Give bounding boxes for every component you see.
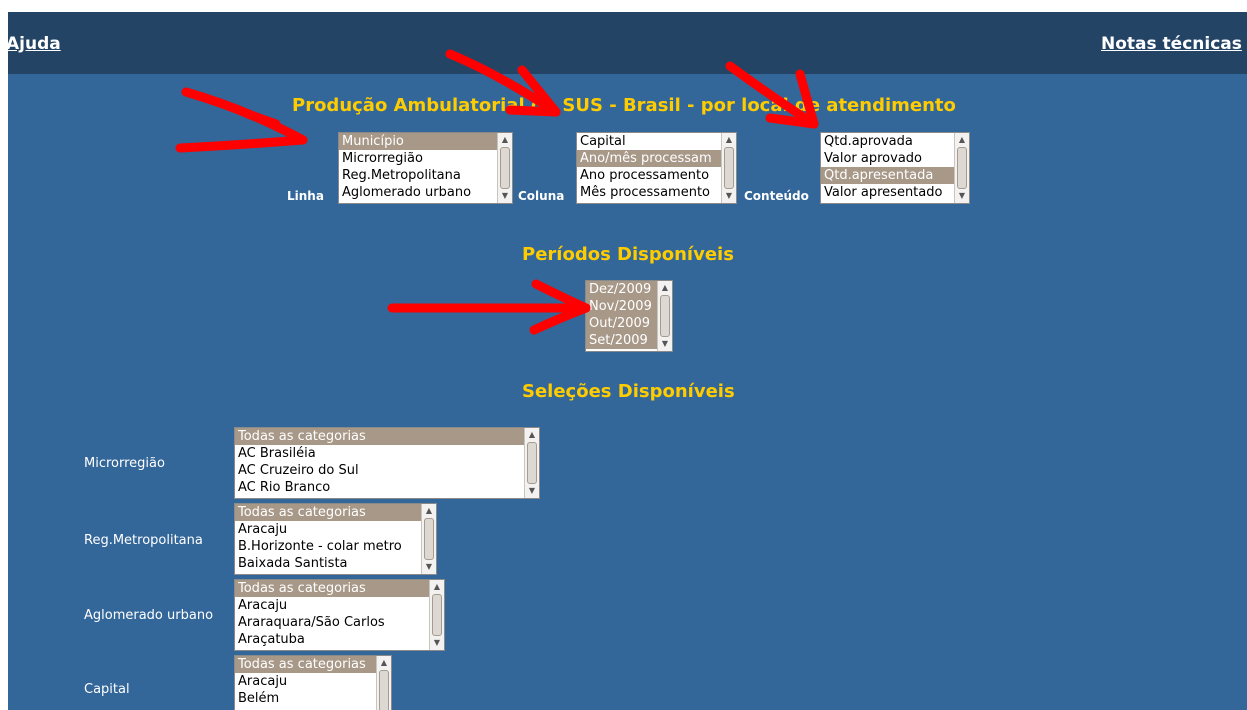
help-link[interactable]: Ajuda	[8, 34, 61, 54]
technical-notes-link[interactable]: Notas técnicas	[1101, 34, 1242, 54]
selecoes-title: Seleções Disponíveis	[522, 381, 735, 402]
scroll-thumb[interactable]	[379, 670, 389, 710]
aglomerado-urbano-select[interactable]: Todas as categorias Aracaju Araraquara/S…	[234, 579, 445, 651]
page-title: Produção Ambulatorial do SUS - Brasil - …	[292, 95, 956, 116]
linha-option[interactable]: Município	[339, 133, 512, 150]
microrregiao-scrollbar[interactable]: ▲ ▼	[524, 428, 539, 498]
scroll-down-icon[interactable]: ▼	[430, 637, 444, 649]
scroll-thumb[interactable]	[957, 147, 967, 189]
conteudo-option[interactable]: Qtd.aprovada	[821, 133, 969, 150]
aglomerado-urbano-option[interactable]: Todas as categorias	[235, 580, 444, 597]
reg-metropolitana-option[interactable]: Todas as categorias	[235, 504, 436, 521]
scroll-up-icon[interactable]: ▲	[525, 429, 539, 441]
scroll-up-icon[interactable]: ▲	[377, 657, 391, 669]
coluna-option[interactable]: Capital	[577, 133, 736, 150]
coluna-option[interactable]: Ano processamento	[577, 167, 736, 184]
capital-option[interactable]: Belém	[235, 690, 391, 707]
reg-metropolitana-option[interactable]: B.Horizonte - colar metro	[235, 538, 436, 555]
annotation-arrow-linha	[175, 87, 308, 153]
conteudo-label: Conteúdo	[744, 189, 809, 203]
capital-option[interactable]: Todas as categorias	[235, 656, 391, 673]
reg-metropolitana-label: Reg.Metropolitana	[84, 533, 203, 548]
top-bar: Ajuda Notas técnicas	[8, 12, 1247, 74]
reg-metropolitana-scrollbar[interactable]: ▲ ▼	[421, 504, 436, 574]
scroll-up-icon[interactable]: ▲	[955, 134, 969, 146]
tabnet-form: Ajuda Notas técnicas Produção Ambulatori…	[8, 12, 1247, 710]
scroll-up-icon[interactable]: ▲	[422, 505, 436, 517]
conteudo-select[interactable]: Qtd.aprovada Valor aprovado Qtd.apresent…	[820, 132, 970, 204]
scroll-up-icon[interactable]: ▲	[430, 581, 444, 593]
reg-metropolitana-option[interactable]: Baixada Santista	[235, 555, 436, 572]
linha-option[interactable]: Reg.Metropolitana	[339, 167, 512, 184]
linha-option[interactable]: Microrregião	[339, 150, 512, 167]
capital-select[interactable]: Todas as categorias Aracaju Belém ▲ ▼	[234, 655, 392, 710]
annotation-arrows	[175, 49, 819, 335]
aglomerado-urbano-scrollbar[interactable]: ▲ ▼	[429, 580, 444, 650]
microrregiao-select[interactable]: Todas as categorias AC Brasiléia AC Cruz…	[234, 427, 540, 499]
coluna-label: Coluna	[518, 189, 565, 203]
aglomerado-urbano-label: Aglomerado urbano	[84, 608, 214, 623]
conteudo-option[interactable]: Valor aprovado	[821, 150, 969, 167]
scroll-thumb[interactable]	[527, 442, 537, 484]
scroll-down-icon[interactable]: ▼	[498, 190, 512, 202]
reg-metropolitana-select[interactable]: Todas as categorias Aracaju B.Horizonte …	[234, 503, 437, 575]
scroll-thumb[interactable]	[724, 147, 734, 189]
periodos-scrollbar[interactable]: ▲ ▼	[657, 281, 672, 351]
scroll-thumb[interactable]	[432, 594, 442, 636]
scroll-up-icon[interactable]: ▲	[658, 282, 672, 294]
microrregiao-option[interactable]: Todas as categorias	[235, 428, 539, 445]
scroll-thumb[interactable]	[660, 295, 670, 337]
annotation-arrow-periodos	[387, 279, 591, 335]
scroll-up-icon[interactable]: ▲	[498, 134, 512, 146]
coluna-scrollbar[interactable]: ▲ ▼	[721, 133, 736, 203]
scroll-up-icon[interactable]: ▲	[722, 134, 736, 146]
conteudo-option[interactable]: Valor apresentado	[821, 184, 969, 201]
aglomerado-urbano-option[interactable]: Araçatuba	[235, 631, 444, 648]
periodos-title: Períodos Disponíveis	[522, 244, 734, 265]
coluna-option[interactable]: Ano/mês processam	[577, 150, 736, 167]
conteudo-scrollbar[interactable]: ▲ ▼	[954, 133, 969, 203]
aglomerado-urbano-option[interactable]: Aracaju	[235, 597, 444, 614]
microrregiao-option[interactable]: AC Rio Branco	[235, 479, 539, 496]
linha-scrollbar[interactable]: ▲ ▼	[497, 133, 512, 203]
linha-label: Linha	[287, 189, 324, 203]
scroll-thumb[interactable]	[500, 147, 510, 189]
coluna-option[interactable]: Mês processamento	[577, 184, 736, 201]
capital-scrollbar[interactable]: ▲ ▼	[376, 656, 391, 710]
scroll-thumb[interactable]	[424, 518, 434, 560]
scroll-down-icon[interactable]: ▼	[658, 338, 672, 350]
scroll-down-icon[interactable]: ▼	[955, 190, 969, 202]
coluna-select[interactable]: Capital Ano/mês processam Ano processame…	[576, 132, 737, 204]
periodos-select[interactable]: Dez/2009 Nov/2009 Out/2009 Set/2009 ▲ ▼	[585, 280, 673, 352]
microrregiao-label: Microrregião	[84, 456, 165, 471]
capital-option[interactable]: Aracaju	[235, 673, 391, 690]
microrregiao-option[interactable]: AC Cruzeiro do Sul	[235, 462, 539, 479]
linha-option[interactable]: Aglomerado urbano	[339, 184, 512, 201]
microrregiao-option[interactable]: AC Brasiléia	[235, 445, 539, 462]
scroll-down-icon[interactable]: ▼	[722, 190, 736, 202]
scroll-down-icon[interactable]: ▼	[525, 485, 539, 497]
aglomerado-urbano-option[interactable]: Araraquara/São Carlos	[235, 614, 444, 631]
scroll-down-icon[interactable]: ▼	[422, 561, 436, 573]
linha-select[interactable]: Município Microrregião Reg.Metropolitana…	[338, 132, 513, 204]
reg-metropolitana-option[interactable]: Aracaju	[235, 521, 436, 538]
conteudo-option[interactable]: Qtd.apresentada	[821, 167, 969, 184]
capital-label: Capital	[84, 682, 130, 697]
